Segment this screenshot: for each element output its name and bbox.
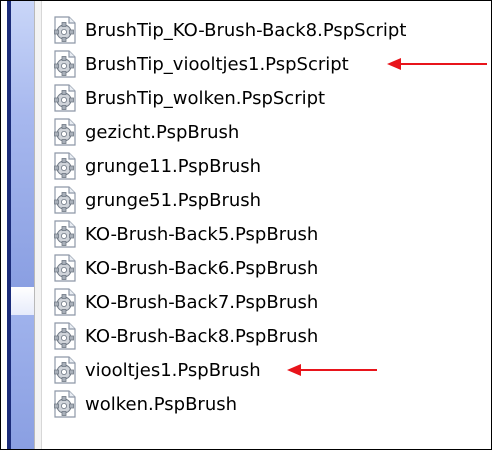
gear-file-icon	[54, 322, 76, 350]
pane-splitter[interactable]	[34, 1, 42, 449]
file-name: grunge11.PspBrush	[85, 155, 262, 177]
file-name: KO-Brush-Back6.PspBrush	[85, 257, 319, 279]
file-item[interactable]: BrushTip_KO-Brush-Back8.PspScript	[49, 13, 491, 47]
panel-separator	[11, 287, 34, 315]
file-name: gezicht.PspBrush	[85, 121, 240, 143]
file-item[interactable]: viooltjes1.PspBrush	[49, 353, 491, 387]
file-name: wolken.PspBrush	[85, 393, 238, 415]
gear-file-icon	[54, 186, 76, 214]
file-item[interactable]: grunge51.PspBrush	[49, 183, 491, 217]
file-name: BrushTip_viooltjes1.PspScript	[85, 53, 349, 75]
file-item[interactable]: KO-Brush-Back6.PspBrush	[49, 251, 491, 285]
file-item[interactable]: KO-Brush-Back7.PspBrush	[49, 285, 491, 319]
file-list: BrushTip_KO-Brush-Back8.PspScript BrushTi…	[49, 13, 491, 421]
file-item[interactable]: BrushTip_viooltjes1.PspScript	[49, 47, 491, 81]
gear-file-icon	[54, 16, 76, 44]
tasks-panel	[11, 1, 34, 287]
gear-file-icon	[54, 84, 76, 112]
explorer-window: BrushTip_KO-Brush-Back8.PspScript BrushTi…	[0, 0, 492, 450]
gear-file-icon	[54, 50, 76, 78]
red-arrow-icon	[287, 364, 377, 376]
file-name: KO-Brush-Back5.PspBrush	[85, 223, 319, 245]
gear-file-icon	[54, 152, 76, 180]
gear-file-icon	[54, 356, 76, 384]
red-arrow-icon	[387, 58, 487, 70]
file-name: KO-Brush-Back8.PspBrush	[85, 325, 319, 347]
file-item[interactable]: grunge11.PspBrush	[49, 149, 491, 183]
file-name: grunge51.PspBrush	[85, 189, 262, 211]
file-item[interactable]: KO-Brush-Back5.PspBrush	[49, 217, 491, 251]
gear-file-icon	[54, 288, 76, 316]
file-name: BrushTip_KO-Brush-Back8.PspScript	[85, 19, 407, 41]
file-name: viooltjes1.PspBrush	[85, 359, 261, 381]
details-panel	[11, 315, 34, 449]
gear-file-icon	[54, 254, 76, 282]
gear-file-icon	[54, 118, 76, 146]
navigation-pane	[1, 1, 34, 449]
file-item[interactable]: BrushTip_wolken.PspScript	[49, 81, 491, 115]
file-name: KO-Brush-Back7.PspBrush	[85, 291, 319, 313]
file-item[interactable]: KO-Brush-Back8.PspBrush	[49, 319, 491, 353]
gear-file-icon	[54, 390, 76, 418]
file-item[interactable]: gezicht.PspBrush	[49, 115, 491, 149]
file-name: BrushTip_wolken.PspScript	[85, 87, 326, 109]
file-item[interactable]: wolken.PspBrush	[49, 387, 491, 421]
gear-file-icon	[54, 220, 76, 248]
